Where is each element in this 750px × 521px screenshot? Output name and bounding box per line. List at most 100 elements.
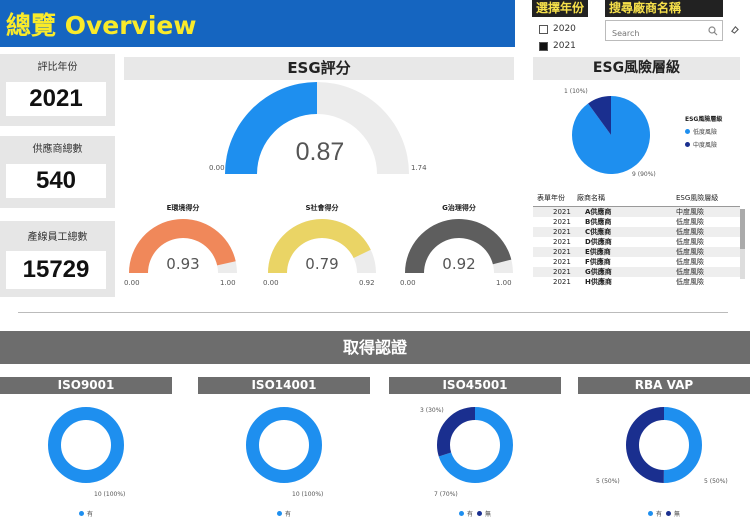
cell-year: 2021: [553, 258, 571, 266]
sub-score-e-value: 0.93: [166, 255, 200, 273]
year-filter-list: 2020 2021: [539, 22, 576, 53]
risk-legend-low[interactable]: 低度風險: [685, 127, 722, 136]
cell-risk: 低度風險: [676, 278, 704, 286]
cell-vendor: A供應商: [585, 208, 612, 216]
legend-dot-icon: [685, 129, 690, 134]
esg-score-value: 0.87: [295, 138, 345, 166]
risk-table: 表單年份 廠商名稱 ESG風險層級 2021 A供應商 中度風險 2021 B供應商 低度…: [533, 193, 740, 287]
esg-min-label: 0.00: [209, 164, 225, 172]
certifications-title: 取得認證: [0, 331, 750, 364]
cell-vendor: H供應商: [585, 278, 612, 286]
legend-yes[interactable]: 有: [276, 509, 291, 518]
cell-risk: 低度風險: [676, 258, 704, 266]
cell-risk: 低度風險: [676, 218, 704, 226]
cert-yes-label: 10 (100%): [94, 491, 126, 498]
col-year[interactable]: 表單年份: [533, 193, 577, 206]
search-title: 搜尋廠商名稱: [605, 0, 723, 17]
cert-donut: [246, 407, 322, 483]
legend-label: 有: [466, 511, 473, 518]
legend-dot-icon: [647, 511, 653, 516]
legend-label: 無: [674, 511, 681, 518]
cert-yes-label: 7 (70%): [434, 491, 458, 498]
divider: [18, 312, 728, 313]
table-row[interactable]: 2021 G供應商 低度風險: [533, 267, 740, 277]
legend-yes[interactable]: 有: [647, 509, 662, 518]
page-title: 總覽 Overview: [6, 11, 197, 40]
table-row[interactable]: 2021 C供應商 低度風險: [533, 227, 740, 237]
cell-vendor: G供應商: [585, 268, 612, 276]
cell-risk: 低度風險: [676, 248, 704, 256]
year-option-2021[interactable]: 2021: [539, 39, 576, 53]
sub-score-s-max: 0.92: [359, 279, 375, 287]
cert-title: ISO14001: [198, 377, 370, 394]
risk-table-scroll-thumb[interactable]: [740, 209, 745, 249]
cert-yes-segment[interactable]: [246, 407, 322, 483]
cert-legend: 有: [0, 509, 172, 518]
sub-score-s: S社會得分 0.79 0.00 0.92: [263, 203, 381, 287]
sub-score-g-value: 0.92: [442, 255, 476, 273]
cell-risk: 低度風險: [676, 228, 704, 236]
cert-card-iso14001: ISO14001 10 (100%) 有: [198, 377, 370, 521]
sub-scores: E環境得分 0.93 0.00 1.00 S社會得分 0.79 0.00 0.9…: [124, 203, 514, 293]
year-option-2020[interactable]: 2020: [539, 22, 576, 36]
risk-pie: [572, 96, 650, 174]
sub-score-e-max: 1.00: [220, 279, 236, 287]
sub-score-s-label: S社會得分: [305, 204, 339, 212]
table-row[interactable]: 2021 D供應商 低度風險: [533, 237, 740, 247]
cell-risk: 低度風險: [676, 268, 704, 276]
legend-yes[interactable]: 有: [458, 509, 473, 518]
cert-title: RBA VAP: [578, 377, 750, 394]
col-vendor[interactable]: 廠商名稱: [577, 193, 676, 206]
cell-year: 2021: [553, 238, 571, 246]
kpi-suppliers-label: 供應商總數: [32, 144, 83, 155]
checkbox-2020[interactable]: [539, 24, 548, 34]
legend-label: 有: [284, 511, 291, 518]
sub-score-g: G治理得分 0.92 0.00 1.00: [400, 203, 518, 287]
legend-yes[interactable]: 有: [78, 509, 93, 518]
table-row[interactable]: 2021 H供應商 低度風險: [533, 277, 740, 287]
cert-card-iso9001: ISO9001 10 (100%) 有: [0, 377, 172, 521]
kpi-employees-label: 產線員工總數: [27, 232, 88, 243]
col-risk[interactable]: ESG風險層級: [676, 193, 736, 206]
table-row[interactable]: 2021 B供應商 低度風險: [533, 217, 740, 227]
risk-table-body: 2021 A供應商 中度風險 2021 B供應商 低度風險 2021 C供應商 低度風險 2021…: [533, 207, 740, 287]
checkbox-2021[interactable]: [539, 41, 548, 51]
sub-score-g-max: 1.00: [496, 279, 512, 287]
legend-no[interactable]: 無: [666, 509, 680, 518]
legend-label: 有: [86, 511, 93, 518]
table-row[interactable]: 2021 A供應商 中度風險: [533, 207, 740, 217]
cert-title: ISO9001: [0, 377, 172, 394]
cell-vendor: F供應商: [585, 258, 611, 266]
search-input[interactable]: [606, 24, 698, 43]
sub-score-e-label: E環境得分: [166, 204, 200, 212]
cell-year: 2021: [553, 248, 571, 256]
search-icon[interactable]: [708, 26, 718, 36]
cert-yes-segment[interactable]: [48, 407, 124, 483]
risk-legend-medium[interactable]: 中度風險: [685, 140, 722, 149]
esg-score-title: ESG評分: [124, 57, 514, 80]
cell-year: 2021: [553, 278, 571, 286]
cell-risk: 中度風險: [676, 208, 704, 216]
search-box: [605, 20, 723, 43]
cert-legend: 有: [198, 509, 370, 518]
kpi-year-card: 評比年份 2021: [0, 54, 115, 126]
sub-score-s-value: 0.79: [305, 255, 339, 273]
legend-no[interactable]: 無: [477, 509, 491, 518]
title-bar: 總覽 Overview: [0, 0, 515, 47]
sub-score-g-label: G治理得分: [442, 204, 476, 212]
risk-slice-medium-label: 1 (10%): [564, 88, 588, 95]
legend-dot-icon: [458, 511, 464, 516]
kpi-year-value: 2021: [6, 82, 106, 116]
risk-slice-low-label: 9 (90%): [632, 171, 656, 178]
cell-risk: 低度風險: [676, 238, 704, 246]
cell-year: 2021: [553, 268, 571, 276]
table-row[interactable]: 2021 E供應商 低度風險: [533, 247, 740, 257]
cert-donut: [48, 407, 124, 483]
cell-year: 2021: [553, 228, 571, 236]
legend-dot-icon: [276, 511, 282, 516]
table-row[interactable]: 2021 F供應商 低度風險: [533, 257, 740, 267]
kpi-suppliers-card: 供應商總數 540: [0, 136, 115, 208]
kpi-suppliers-value: 540: [6, 164, 106, 198]
eraser-icon[interactable]: [730, 25, 739, 34]
risk-legend: ESG風險層級 低度風險 中度風險: [685, 114, 722, 149]
